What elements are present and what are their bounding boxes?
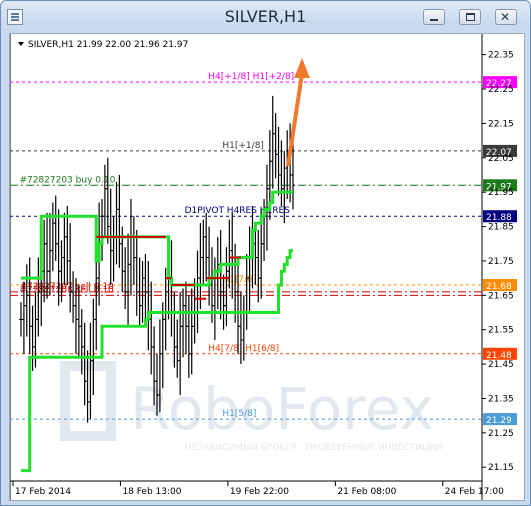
maximize-button[interactable]	[459, 9, 481, 25]
forecast-arrow-shaft	[286, 73, 304, 167]
x-tick-label: 18 Feb 13:00	[122, 487, 181, 497]
maximize-icon	[466, 13, 475, 21]
level-label: H1[+1/8]	[222, 141, 264, 151]
y-tick-label: 21.45	[488, 360, 514, 370]
y-tick-label: 21.85	[488, 223, 514, 233]
y-tick-label: 22.25	[488, 85, 514, 95]
minimize-icon	[430, 19, 438, 21]
level-label: D1PIVOT H4RES H1RES	[185, 206, 291, 216]
y-tick-label: 21.15	[488, 463, 514, 473]
level-label: #72827208 sell 0.10	[19, 285, 114, 295]
chart-menu-icon	[18, 42, 24, 46]
y-tick-label: 21.35	[488, 394, 514, 404]
y-tick-label: 22.35	[488, 51, 514, 61]
y-tick-label: 21.65	[488, 291, 514, 301]
close-icon: ✕	[500, 10, 511, 24]
level-label: H1[5/8]	[222, 409, 256, 419]
price-badge-label: 21.29	[486, 416, 512, 426]
x-tick-label: 21 Feb 08:00	[337, 487, 396, 497]
chart-ohlc-header: SILVER,H1 21.99 22.00 21.96 21.97	[28, 40, 188, 50]
y-tick-label: 21.75	[488, 257, 514, 267]
y-tick-label: 21.95	[488, 188, 514, 198]
y-tick-label: 21.55	[488, 326, 514, 336]
level-label: #72827203 buy 0.10	[19, 175, 115, 185]
y-tick-label: 21.25	[488, 429, 514, 439]
chart-area[interactable]: RoboForex НЕЗАВИСИМЫЙ БРОКЕР - ПРОВЕРЕНН…	[9, 33, 525, 501]
y-tick-label: 22.05	[488, 154, 514, 164]
close-button[interactable]: ✕	[495, 9, 517, 25]
up-arrow-icon	[294, 58, 310, 78]
level-label: H4[+1/8] H1[+2/8]	[208, 72, 294, 82]
chart-window: SILVER,H1 ✕ RoboForex НЕЗАВИСИМЫЙ БРОКЕР…	[0, 0, 531, 506]
x-tick-label: 24 Feb 17:00	[445, 487, 504, 497]
price-chart[interactable]: RoboForex НЕЗАВИСИМЫЙ БРОКЕР - ПРОВЕРЕНН…	[9, 34, 524, 500]
minimize-button[interactable]	[423, 9, 445, 25]
chart-header: SILVER,H1 21.99 22.00 21.96 21.97	[18, 40, 188, 50]
x-tick-label: 19 Feb 22:00	[230, 487, 289, 497]
level-label: H1[7/8]	[222, 275, 256, 285]
roboforex-watermark-sub: НЕЗАВИСИМЫЙ БРОКЕР - ПРОВЕРЕННЫЕ ИНВЕСТИ…	[185, 441, 442, 453]
y-tick-label: 22.15	[488, 119, 514, 129]
roboforex-watermark: RoboForex	[130, 375, 434, 443]
window-title: SILVER,H1	[224, 7, 307, 26]
x-tick-label: 17 Feb 2014	[15, 487, 71, 497]
title-bar[interactable]: SILVER,H1 ✕	[1, 1, 530, 31]
